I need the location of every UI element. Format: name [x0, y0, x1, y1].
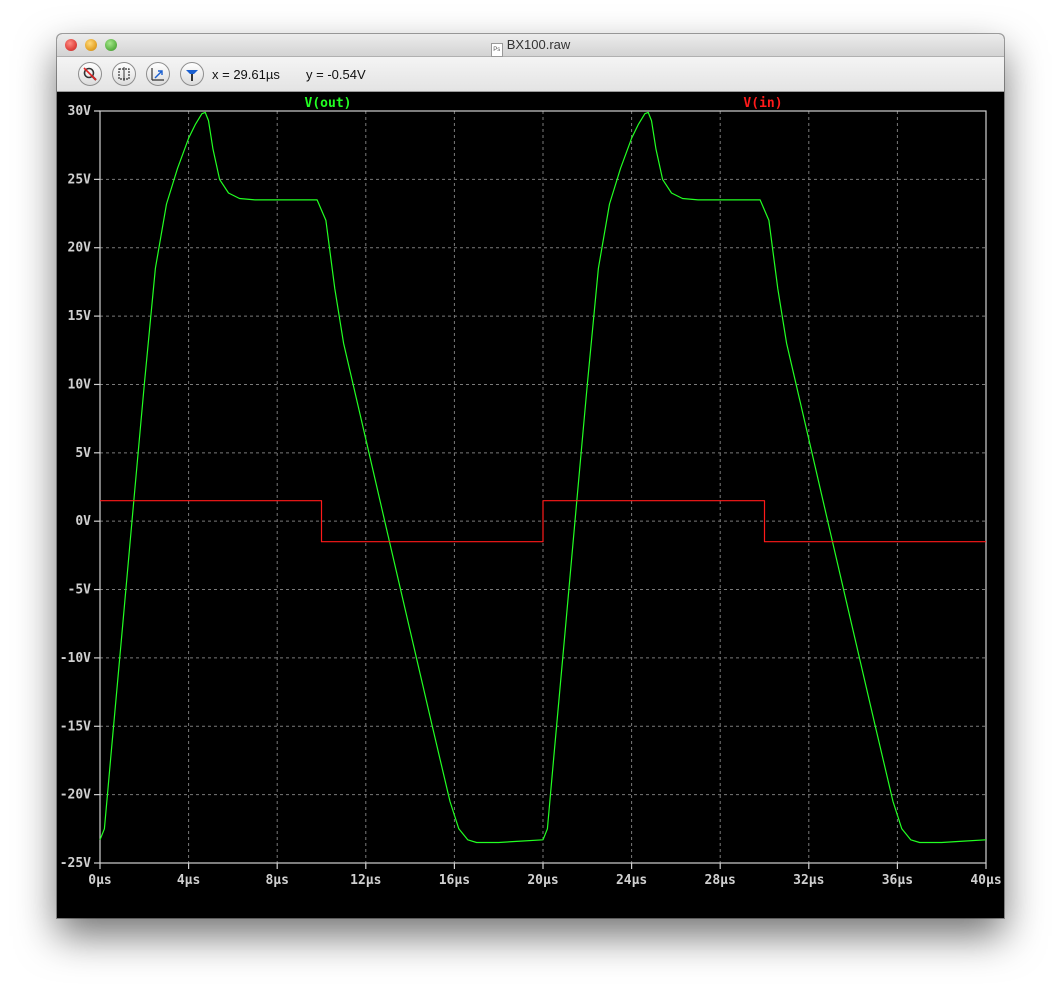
zoom-back-button[interactable]	[146, 62, 170, 86]
y-tick-label: -15V	[60, 719, 91, 734]
x-tick-label: 28µs	[705, 873, 736, 888]
x-tick-label: 32µs	[793, 873, 824, 888]
zoom-back-icon	[151, 68, 164, 81]
title-bar[interactable]: Ps BX100.raw	[57, 34, 1004, 57]
x-tick-label: 24µs	[616, 873, 647, 888]
y-tick-label: 25V	[68, 172, 92, 187]
x-tick-label: 4µs	[177, 873, 200, 888]
waveform-plot[interactable]: 30V 25V 20V 15V 10V 5V 0V -5V -10V -15V -20V -25V 0µ…	[57, 92, 1004, 918]
y-tick-label: -5V	[68, 583, 92, 598]
zoom-extents-button[interactable]	[112, 62, 136, 86]
x-tick-label: 20µs	[527, 873, 558, 888]
y-tick-label: -25V	[60, 856, 91, 871]
zoom-cancel-button[interactable]	[78, 62, 102, 86]
autorange-icon	[186, 70, 198, 81]
cursor-y-readout: y = -0.54V	[306, 67, 366, 82]
window-title: BX100.raw	[506, 37, 571, 52]
series-label-vin[interactable]: V(in)	[743, 96, 782, 111]
x-tick-label: 12µs	[350, 873, 381, 888]
autorange-button[interactable]	[180, 62, 204, 86]
x-tick-label: 16µs	[439, 873, 470, 888]
plot-background	[57, 92, 1004, 918]
y-tick-label: 10V	[68, 377, 92, 392]
y-tick-label: 30V	[68, 104, 92, 119]
window-title-wrap: Ps BX100.raw	[57, 37, 1004, 57]
y-tick-label: 15V	[68, 309, 92, 324]
x-tick-label: 8µs	[265, 873, 288, 888]
y-tick-label: 5V	[75, 446, 91, 461]
toolbar: x = 29.61µs y = -0.54V	[57, 57, 1004, 92]
zoom-cancel-icon	[83, 67, 97, 81]
cursor-x-readout: x = 29.61µs	[212, 67, 280, 82]
y-tick-label: -20V	[60, 788, 91, 803]
raw-file-icon: Ps	[490, 43, 503, 57]
x-tick-label: 0µs	[88, 873, 111, 888]
y-tick-label: -10V	[60, 651, 91, 666]
series-label-vout[interactable]: V(out)	[305, 96, 352, 111]
x-tick-label: 36µs	[882, 873, 913, 888]
waveform-window: Ps BX100.raw x = 29.61µs y = -0.54V 30V …	[57, 34, 1004, 918]
zoom-extents-icon	[118, 67, 130, 81]
x-tick-label: 40µs	[970, 873, 1001, 888]
y-tick-label: 0V	[75, 514, 91, 529]
y-tick-label: 20V	[68, 241, 92, 256]
